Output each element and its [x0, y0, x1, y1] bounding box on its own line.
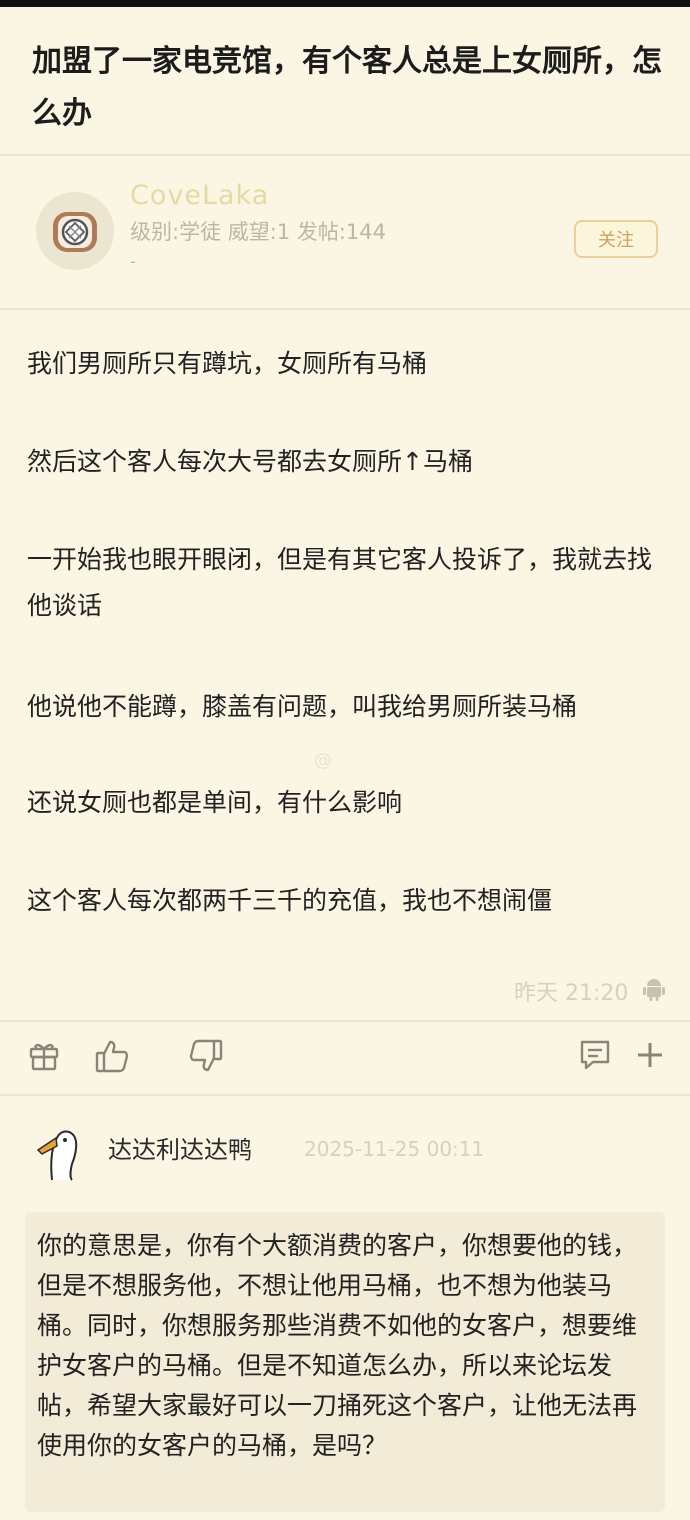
status-bar-strip — [0, 0, 690, 7]
gift-icon[interactable] — [28, 1038, 60, 1076]
reply-avatar[interactable] — [32, 1120, 90, 1186]
author-stats: 级别:学徒 威望:1 发帖:144 — [130, 220, 387, 244]
author-avatar[interactable] — [36, 192, 114, 270]
follow-button[interactable]: 关注 — [574, 220, 658, 258]
diving-helmet-icon — [36, 192, 114, 270]
comment-icon[interactable] — [579, 1038, 611, 1076]
post-title: 加盟了一家电竞馆，有个客人总是上女厕所，怎么办 — [32, 44, 662, 131]
divider — [0, 154, 690, 156]
post-paragraph: 我们男厕所只有蹲坑，女厕所有马桶 — [27, 349, 428, 378]
post-paragraph: 然后这个客人每次大号都去女厕所↑马桶 — [27, 447, 473, 476]
android-icon — [641, 976, 667, 1006]
post-paragraph: 这个客人每次都两千三千的充值，我也不想闹僵 — [27, 886, 553, 915]
divider — [0, 308, 690, 310]
reply-quote: 你的意思是，你有个大额消费的客户，你想要他的钱，但是不想服务他，不想让他用马桶，… — [25, 1212, 665, 1512]
reply-timestamp: 2025-11-25 00:11 — [304, 1137, 485, 1161]
post-paragraph: 还说女厕也都是单间，有什么影响 — [27, 788, 403, 817]
plus-icon[interactable] — [634, 1038, 666, 1076]
reply-text: 你的意思是，你有个大额消费的客户，你想要他的钱，但是不想服务他，不想让他用马桶，… — [37, 1231, 638, 1460]
thumbs-down-icon[interactable] — [188, 1038, 224, 1078]
divider — [0, 1094, 690, 1096]
post-paragraph: 他说他不能蹲，膝盖有问题，叫我给男厕所装马桶 — [27, 692, 578, 721]
post-paragraph: 一开始我也眼开眼闭，但是有其它客人投诉了，我就去找他谈话 — [27, 545, 653, 620]
goose-icon — [36, 1130, 78, 1181]
divider — [0, 1020, 690, 1022]
post-timestamp: 昨天 21:20 — [514, 981, 629, 1006]
watermark: @ — [314, 750, 332, 771]
reply-author-name[interactable]: 达达利达达鸭 — [108, 1130, 252, 1165]
thumbs-up-icon[interactable] — [94, 1038, 130, 1078]
author-name[interactable]: CoveLaka — [130, 180, 269, 211]
author-extra: - — [130, 252, 136, 271]
